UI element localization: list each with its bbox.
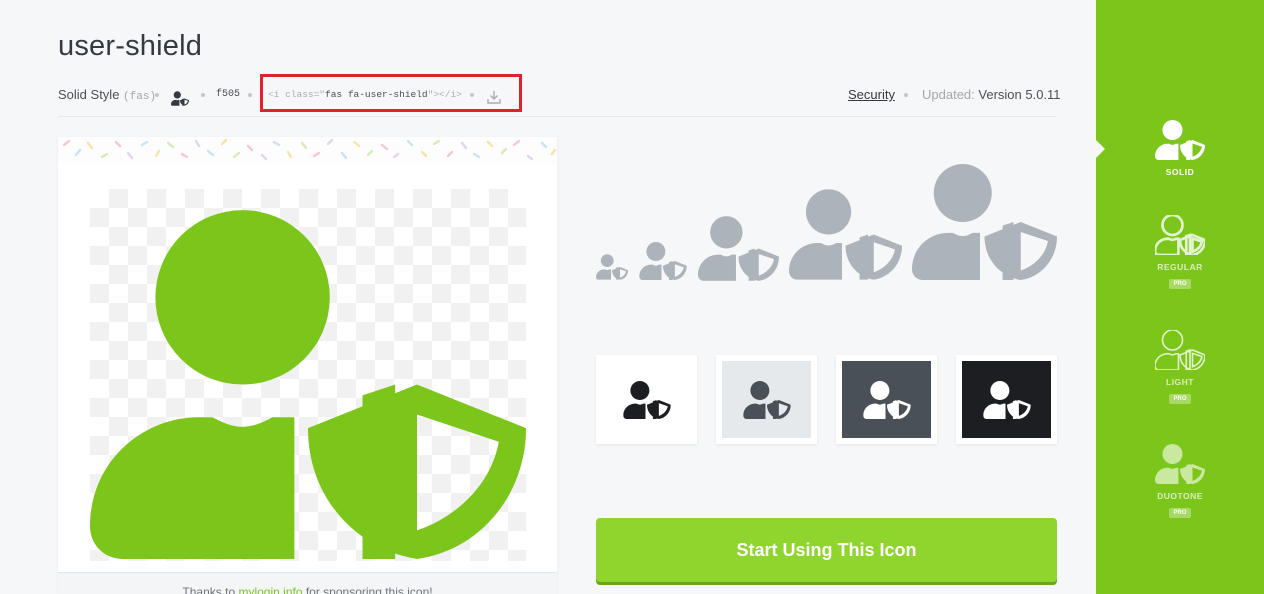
main-content: user-shield Solid Style (fas) f505 <i cl… — [0, 0, 1096, 594]
separator-dot — [904, 93, 908, 97]
html-snippet[interactable]: <i class="fas fa-user-shield"></i> — [268, 80, 462, 110]
style-label: Solid Style — [58, 87, 120, 102]
user-shield-light-icon — [1155, 330, 1205, 370]
user-shield-icon — [171, 87, 189, 103]
snippet-open: <i class=" — [268, 89, 326, 100]
divider — [58, 116, 1056, 117]
swatch-black-bg — [962, 361, 1051, 438]
user-shield-regular-icon — [1155, 215, 1205, 255]
swatch-light-gray-bg — [722, 361, 811, 438]
style-solid[interactable]: SOLID — [1096, 120, 1264, 177]
version-value: Version 5.0.11 — [978, 87, 1061, 102]
separator-dot — [155, 93, 159, 97]
style-info: Solid Style (fas) — [58, 80, 156, 110]
sponsor-note: Thanks to mylogin.info for sponsoring th… — [58, 572, 557, 594]
style-sidebar: SOLID REGULAR PRO LIGHT PRO DUOTONE PRO — [1095, 0, 1264, 594]
swatch-light-gray[interactable] — [716, 355, 817, 444]
category-link[interactable]: Security — [848, 80, 895, 110]
style-solid-label: SOLID — [1165, 167, 1195, 177]
swatch-dark-gray-bg — [842, 361, 931, 438]
style-light[interactable]: LIGHT PRO — [1096, 330, 1264, 405]
user-shield-icon — [983, 381, 1031, 419]
sponsor-link[interactable]: mylogin.info — [238, 585, 302, 594]
swatch-white-bg — [602, 361, 691, 438]
category-link-text[interactable]: Security — [848, 87, 895, 102]
sprinkles-decoration — [58, 137, 557, 164]
user-shield-icon — [623, 381, 671, 419]
style-regular-label: REGULAR — [1157, 262, 1203, 272]
icon-preview-card: Thanks to mylogin.info for sponsoring th… — [58, 137, 557, 594]
user-shield-icon-xs — [596, 254, 628, 280]
icon-meta-bar: Solid Style (fas) f505 <i class="fas fa-… — [58, 74, 1061, 112]
start-using-button[interactable]: Start Using This Icon — [596, 518, 1057, 582]
pro-badge: PRO — [1169, 279, 1191, 289]
user-shield-icon — [743, 381, 791, 419]
user-shield-icon-lg — [789, 189, 902, 280]
style-prefix: (fas) — [123, 91, 157, 103]
style-light-label: LIGHT — [1166, 377, 1194, 387]
separator-dot — [470, 93, 474, 97]
swatch-white[interactable] — [596, 355, 697, 444]
swatch-black[interactable] — [956, 355, 1057, 444]
sponsor-prefix: Thanks to — [182, 585, 236, 594]
version-info: Updated: Version 5.0.11 — [922, 80, 1061, 110]
user-shield-icon-sm — [639, 242, 687, 280]
separator-dot — [201, 93, 205, 97]
user-shield-icon — [863, 381, 911, 419]
style-duotone-label: DUOTONE — [1157, 491, 1203, 501]
swatch-dark-gray[interactable] — [836, 355, 937, 444]
user-shield-duotone-icon — [1155, 444, 1205, 484]
pro-badge: PRO — [1169, 508, 1191, 518]
snippet-class: fas fa-user-shield — [325, 89, 428, 100]
separator-dot — [248, 93, 252, 97]
updated-label: Updated: — [922, 87, 975, 102]
unicode-value: f505 — [216, 89, 241, 100]
page-title: user-shield — [58, 30, 203, 62]
pro-badge: PRO — [1169, 394, 1191, 404]
user-shield-icon-xl — [912, 164, 1057, 280]
snippet-close: "></i> — [427, 89, 462, 100]
style-regular[interactable]: REGULAR PRO — [1096, 215, 1264, 290]
style-duotone[interactable]: DUOTONE PRO — [1096, 444, 1264, 519]
user-shield-icon — [90, 189, 526, 561]
user-shield-icon-md — [698, 216, 779, 281]
download-icon[interactable] — [486, 86, 502, 104]
user-shield-solid-icon — [1155, 120, 1205, 160]
sponsor-suffix: for sponsoring this icon! — [305, 585, 433, 594]
